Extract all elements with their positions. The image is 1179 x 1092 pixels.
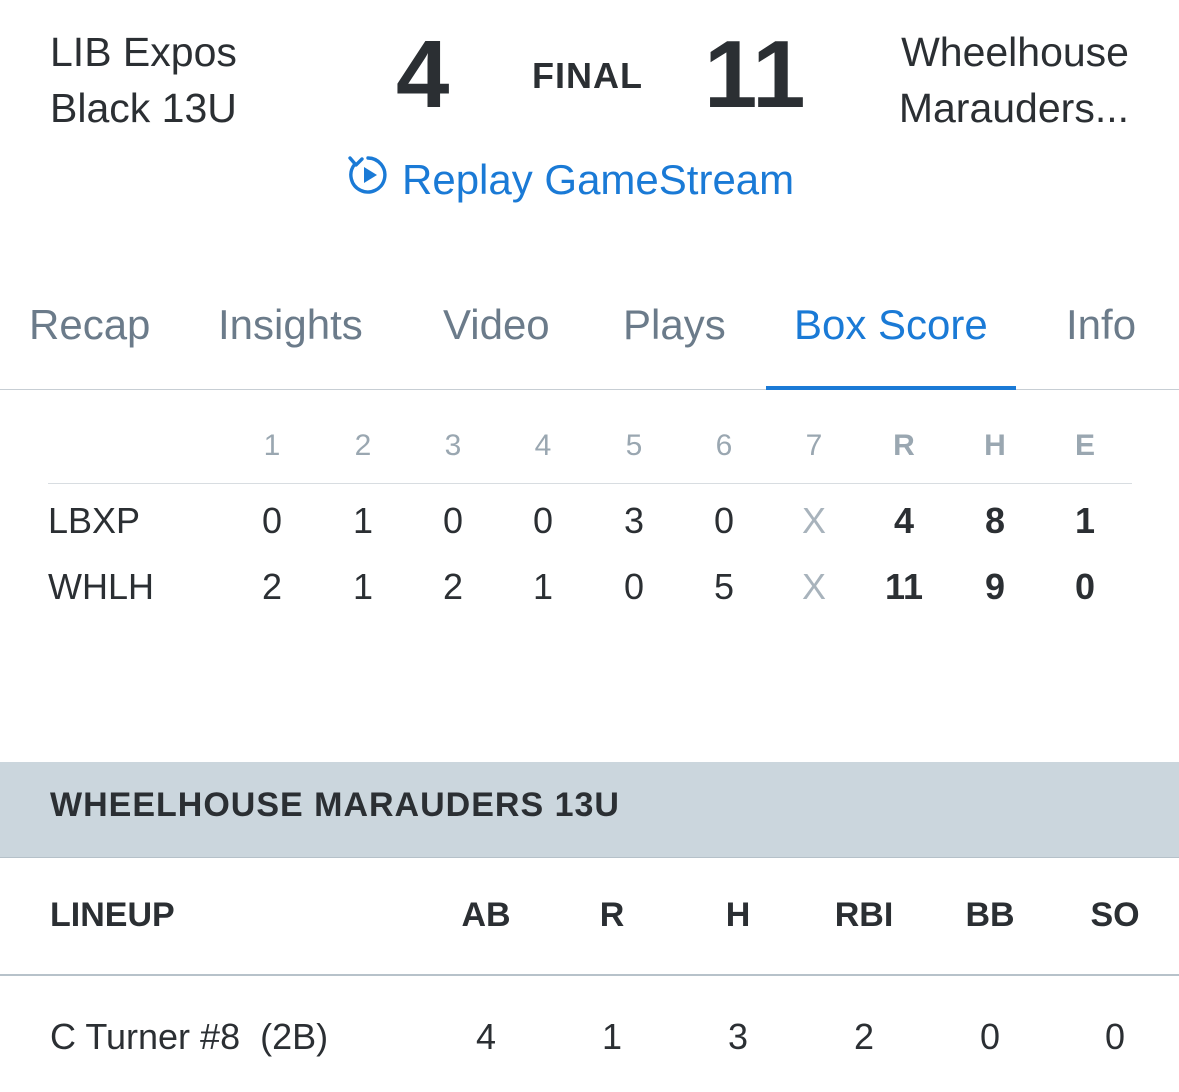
- stat-rbi: 2: [853, 1016, 875, 1057]
- hits-header: H: [984, 429, 1006, 462]
- linescore-row-away: LBXP 0 1 0 0 3 0 X 4 8 1: [48, 488, 1132, 554]
- runs-total: 4: [893, 500, 915, 541]
- inning-header: 1: [263, 429, 281, 462]
- runs-total: 11: [884, 566, 924, 607]
- stat-so: 0: [1104, 1016, 1126, 1057]
- tab-insights[interactable]: Insights: [218, 285, 363, 390]
- linescore-header-row: 1 2 3 4 5 6 7 R H E: [48, 420, 1132, 484]
- away-team-name[interactable]: LIB Expos Black 13U: [50, 24, 237, 136]
- inning-score: 2: [442, 566, 464, 607]
- inning-score: 1: [352, 500, 374, 541]
- home-score: 11: [704, 21, 806, 128]
- lineup-label: LINEUP: [50, 896, 175, 934]
- inning-score: 5: [713, 566, 735, 607]
- inning-score: X: [801, 500, 826, 541]
- stat-bb: 0: [979, 1016, 1001, 1057]
- stat-header-so: SO: [1090, 896, 1140, 934]
- inning-score: 0: [442, 500, 464, 541]
- errors-header: E: [1074, 429, 1095, 462]
- inning-score: X: [801, 566, 826, 607]
- game-header: LIB Expos Black 13U 4 FINAL 11 Wheelhous…: [0, 0, 1179, 235]
- table-row[interactable]: C Turner #8 (2B) 4 1 3 2 0 0: [0, 976, 1179, 1092]
- inning-score: 0: [261, 500, 283, 541]
- hits-total: 8: [984, 500, 1006, 541]
- home-team-line2: Marauders...: [898, 85, 1129, 131]
- hits-total: 9: [984, 566, 1006, 607]
- inning-header: 7: [805, 429, 823, 462]
- linescore-team: WHLH: [48, 566, 154, 607]
- inning-score: 1: [532, 566, 554, 607]
- replay-gamestream-button[interactable]: Replay GameStream: [346, 150, 794, 210]
- inning-score: 0: [532, 500, 554, 541]
- tab-plays[interactable]: Plays: [623, 285, 726, 390]
- inning-score: 1: [352, 566, 374, 607]
- inning-header: 3: [444, 429, 462, 462]
- stat-h: 3: [727, 1016, 749, 1057]
- home-team-name[interactable]: Wheelhouse Marauders...: [899, 24, 1129, 136]
- inning-header: 5: [625, 429, 643, 462]
- inning-header: 4: [534, 429, 552, 462]
- inning-score: 0: [713, 500, 735, 541]
- linescore-row-home: WHLH 2 1 2 1 0 5 X 11 9 0: [48, 554, 1132, 620]
- linescore-team: LBXP: [48, 500, 141, 541]
- replay-icon: [346, 153, 390, 207]
- tab-box-score[interactable]: Box Score: [766, 285, 1016, 390]
- away-team-line1: LIB Expos: [50, 29, 237, 75]
- inning-header: 6: [715, 429, 733, 462]
- game-tabs: Recap Insights Video Plays Box Score Inf…: [0, 285, 1179, 390]
- stat-header-h: H: [725, 896, 751, 934]
- tab-info[interactable]: Info: [1066, 285, 1136, 390]
- replay-label: Replay GameStream: [402, 156, 795, 203]
- stat-ab: 4: [475, 1016, 497, 1057]
- inning-score: 0: [623, 566, 645, 607]
- tab-video[interactable]: Video: [443, 285, 550, 390]
- stat-header-rbi: RBI: [834, 896, 894, 934]
- errors-total: 1: [1074, 500, 1096, 541]
- inning-score: 2: [261, 566, 283, 607]
- stat-header-bb: BB: [965, 896, 1015, 934]
- inning-header: 2: [354, 429, 372, 462]
- inning-score: 3: [623, 500, 645, 541]
- errors-total: 0: [1074, 566, 1096, 607]
- runs-header: R: [893, 429, 915, 462]
- team-section-header: WHEELHOUSE MARAUDERS 13U: [0, 762, 1179, 858]
- stat-header-r: R: [599, 896, 625, 934]
- home-team-line1: Wheelhouse: [901, 29, 1129, 75]
- stat-header-ab: AB: [461, 896, 511, 934]
- stat-r: 1: [601, 1016, 623, 1057]
- linescore-table: 1 2 3 4 5 6 7 R H E LBXP 0 1 0 0 3 0 X 4…: [48, 420, 1132, 620]
- tab-recap[interactable]: Recap: [29, 285, 150, 390]
- away-score: 4: [396, 21, 450, 128]
- away-team-line2: Black 13U: [50, 85, 237, 131]
- lineup-header-row: LINEUP AB R H RBI BB SO: [0, 858, 1179, 976]
- game-status: FINAL: [532, 55, 643, 96]
- player-name[interactable]: C Turner #8 (2B): [50, 1016, 328, 1058]
- team-section-title: WHEELHOUSE MARAUDERS 13U: [50, 786, 620, 824]
